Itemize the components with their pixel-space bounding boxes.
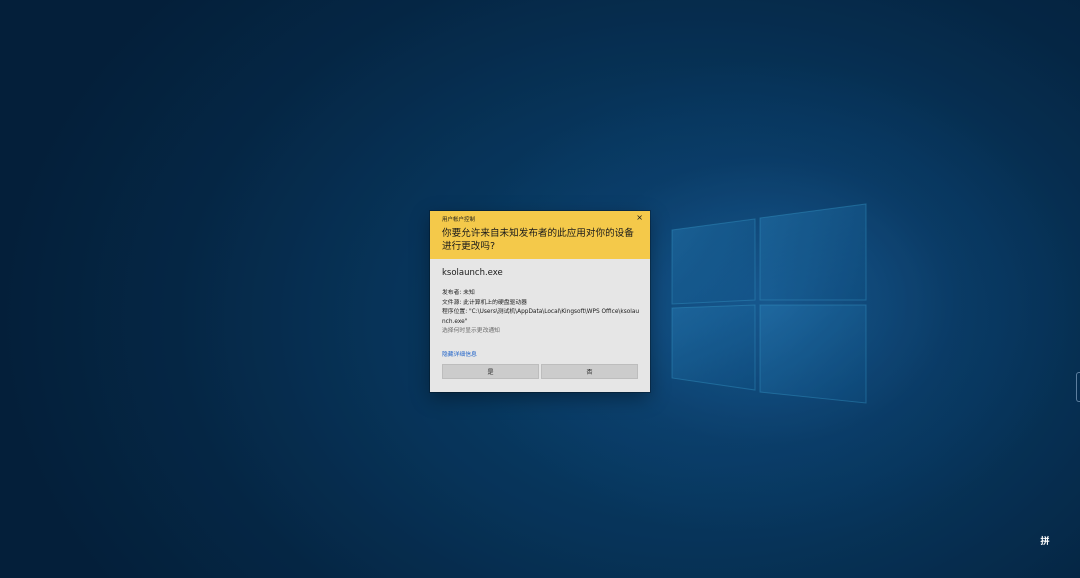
uac-question: 你要允许来自未知发布者的此应用对你的设备进行更改吗?	[442, 228, 634, 252]
desktop-background: 用户帐户控制 × 你要允许来自未知发布者的此应用对你的设备进行更改吗? ksol…	[0, 0, 1080, 578]
ime-icon[interactable]: 拼	[1039, 536, 1051, 548]
program-location-line: 程序位置: "C:\Users\测试机\AppData\Local\Kingso…	[442, 309, 640, 325]
yes-button[interactable]: 是	[442, 364, 539, 379]
file-origin-line: 文件源: 此计算机上的硬盘驱动器	[442, 299, 527, 306]
uac-dialog: 用户帐户控制 × 你要允许来自未知发布者的此应用对你的设备进行更改吗? ksol…	[430, 211, 650, 392]
uac-header: 用户帐户控制 × 你要允许来自未知发布者的此应用对你的设备进行更改吗?	[430, 211, 650, 259]
notify-setting-link[interactable]: 选择何时显示更改通知	[442, 327, 638, 337]
uac-body: ksolaunch.exe 发布者: 未知 文件源: 此计算机上的硬盘驱动器 程…	[430, 259, 650, 360]
hide-details-link[interactable]: 隐藏详细信息	[442, 349, 477, 358]
close-icon[interactable]: ×	[636, 213, 643, 223]
no-button[interactable]: 否	[541, 364, 638, 379]
button-row: 是 否	[442, 364, 638, 379]
app-name: ksolaunch.exe	[442, 268, 503, 278]
dialog-title: 用户帐户控制	[442, 217, 476, 223]
publisher-line: 发布者: 未知	[442, 290, 475, 296]
edge-handle	[1076, 372, 1080, 402]
